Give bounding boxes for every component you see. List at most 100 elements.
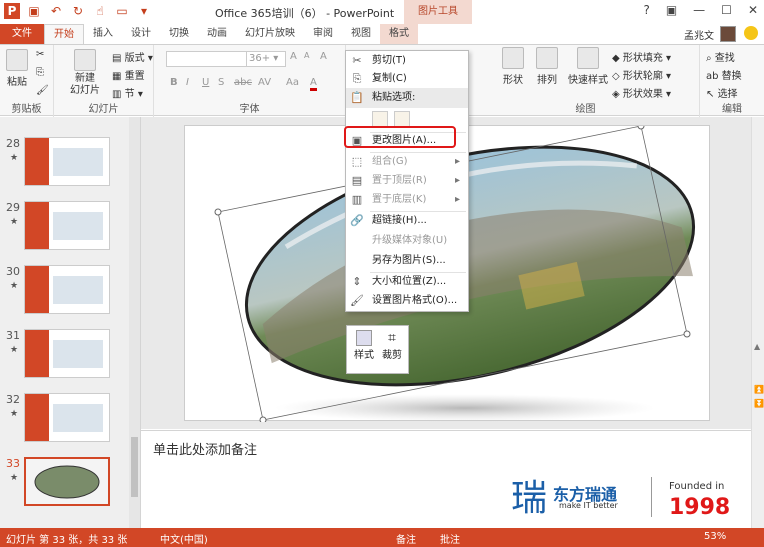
slide-number-32: 32	[6, 393, 20, 406]
powerpoint-icon[interactable]: P	[4, 3, 20, 19]
start-from-beginning-icon[interactable]: ▭	[114, 3, 130, 19]
slide-number-30: 30	[6, 265, 20, 278]
menu-item-size-position[interactable]: ⇕ 大小和位置(Z)...	[346, 272, 468, 292]
redo-icon[interactable]: ↻	[70, 3, 86, 19]
replace-button[interactable]: ab 替换	[706, 67, 742, 82]
mini-toolbar: 样式 ⌗ 裁剪	[346, 325, 409, 374]
undo-icon[interactable]: ↶	[48, 3, 64, 19]
arrange-label: 排列	[537, 75, 557, 86]
reset-button[interactable]: ▦ 重置	[112, 67, 145, 82]
crop-button[interactable]: ⌗ 裁剪	[379, 330, 405, 361]
menu-item-send-back[interactable]: ▥ 置于底层(K) ▸	[346, 190, 468, 210]
cut-icon: ✂	[352, 54, 362, 67]
find-button[interactable]: ⌕ 查找	[706, 49, 735, 64]
section-button[interactable]: ▥ 节 ▾	[112, 85, 143, 100]
menu-save-as-picture-label: 另存为图片(S)...	[372, 255, 446, 266]
crop-label: 裁剪	[382, 350, 402, 361]
slide-thumb-30[interactable]	[24, 265, 110, 314]
minimize-icon[interactable]: —	[693, 3, 705, 17]
shapes-button[interactable]: 形状	[502, 47, 524, 86]
shape-outline-button[interactable]: ◇ 形状轮廓 ▾	[612, 67, 671, 82]
bold-button[interactable]: B	[170, 77, 178, 88]
grow-font-button[interactable]: A	[290, 51, 297, 62]
tab-home[interactable]: 开始	[44, 24, 84, 44]
notes-pane[interactable]: 单击此处添加备注 瑞 东方瑞通 make IT better Founded i…	[141, 430, 751, 528]
paste-option-picture-icon[interactable]	[394, 111, 410, 127]
slide-thumb-28[interactable]	[24, 137, 110, 186]
arrange-button[interactable]: 排列	[536, 47, 558, 86]
thumbnail-scrollbar[interactable]	[129, 117, 140, 528]
change-case-button[interactable]: Aa	[286, 77, 299, 88]
customize-icon[interactable]: ▾	[136, 3, 152, 19]
paste-option-keep-icon[interactable]	[372, 111, 388, 127]
comments-toggle[interactable]: 批注	[440, 531, 460, 546]
menu-item-bring-front[interactable]: ▤ 置于顶层(R) ▸	[346, 171, 468, 191]
ribbon-display-icon[interactable]: ▣	[666, 3, 677, 17]
menu-size-position-label: 大小和位置(Z)...	[372, 276, 447, 287]
slide-thumb-33[interactable]	[24, 457, 110, 506]
notes-placeholder: 单击此处添加备注	[153, 443, 258, 458]
scroll-up-icon[interactable]: ▲	[754, 342, 760, 351]
slide-scrollbar[interactable]: ▲ ⏫ ⏬	[751, 117, 764, 528]
quick-styles-button[interactable]: 快速样式	[568, 47, 608, 86]
shrink-font-button[interactable]: A	[304, 51, 309, 60]
tab-view[interactable]: 视图	[342, 24, 380, 44]
select-button[interactable]: ↖ 选择	[706, 85, 738, 100]
save-icon[interactable]: ▣	[26, 3, 42, 19]
touch-mode-icon[interactable]: ☝	[92, 3, 108, 19]
link-icon: 🔗	[350, 214, 364, 227]
italic-button[interactable]: I	[186, 77, 189, 88]
tab-review[interactable]: 审阅	[304, 24, 342, 44]
paste-button[interactable]: 粘贴	[6, 49, 28, 88]
font-name-select[interactable]	[166, 51, 252, 67]
next-slide-icon[interactable]: ⏬	[754, 399, 764, 408]
layout-button[interactable]: ▤ 版式 ▾	[112, 49, 153, 64]
zoom-level[interactable]: 53%	[704, 531, 726, 542]
prev-slide-icon[interactable]: ⏫	[754, 385, 764, 394]
send-back-icon: ▥	[351, 193, 363, 206]
tab-design[interactable]: 设计	[122, 24, 160, 44]
strikethrough-button[interactable]: abc	[234, 77, 252, 88]
menu-item-save-as-picture[interactable]: 另存为图片(S)...	[346, 251, 468, 271]
font-color-button[interactable]: A	[310, 77, 317, 91]
shape-effects-button[interactable]: ◈ 形状效果 ▾	[612, 85, 671, 100]
slide-thumb-32[interactable]	[24, 393, 110, 442]
spacing-button[interactable]: AV	[258, 77, 271, 88]
slide-thumb-29[interactable]	[24, 201, 110, 250]
shape-outline-label: 形状轮廓	[622, 71, 663, 82]
menu-item-cut[interactable]: ✂ 剪切(T)	[346, 51, 468, 71]
menu-item-hyperlink[interactable]: 🔗 超链接(H)...	[346, 211, 468, 231]
copy-icon[interactable]: ⎘	[36, 67, 44, 78]
menu-item-format-picture[interactable]: 🖌 设置图片格式(O)...	[346, 291, 468, 311]
notes-toggle[interactable]: 备注	[396, 531, 416, 546]
tab-animations[interactable]: 动画	[198, 24, 236, 44]
close-icon[interactable]: ✕	[748, 3, 758, 17]
underline-button[interactable]: U	[202, 77, 209, 88]
help-icon[interactable]: ?	[643, 3, 649, 17]
format-painter-icon[interactable]: 🖌	[36, 85, 49, 96]
shadow-button[interactable]: S	[218, 77, 224, 88]
maximize-icon[interactable]: ☐	[721, 3, 732, 17]
menu-item-upgrade-media[interactable]: 升级媒体对象(U)	[346, 231, 468, 251]
shape-fill-button[interactable]: ◆ 形状填充 ▾	[612, 49, 671, 64]
clear-format-button[interactable]: A	[320, 51, 327, 62]
tab-insert[interactable]: 插入	[84, 24, 122, 44]
tab-file[interactable]: 文件	[0, 24, 44, 44]
menu-item-copy[interactable]: ⎘ 复制(C)	[346, 69, 468, 89]
tab-format[interactable]: 格式	[380, 24, 418, 44]
font-size-select[interactable]: 36+ ▾	[246, 51, 286, 67]
menu-hyperlink-label: 超链接(H)...	[372, 215, 427, 226]
user-account[interactable]: 孟兆文	[684, 26, 736, 42]
slide-thumb-31[interactable]	[24, 329, 110, 378]
menu-item-group[interactable]: ⬚ 组合(G) ▸	[346, 152, 468, 172]
language-status[interactable]: 中文(中国)	[160, 531, 208, 546]
style-button[interactable]: 样式	[351, 330, 377, 361]
tab-transitions[interactable]: 切换	[160, 24, 198, 44]
cut-icon[interactable]: ✂	[36, 49, 44, 60]
tab-slideshow[interactable]: 幻灯片放映	[236, 24, 304, 44]
slide-number-33: 33	[6, 457, 20, 470]
status-bar: 幻灯片 第 33 张，共 33 张 中文(中国) 备注 批注 53%	[0, 528, 764, 547]
new-slide-button[interactable]: 新建 幻灯片	[70, 49, 100, 97]
feedback-smile-icon[interactable]	[744, 26, 758, 40]
shape-fill-label: 形状填充	[622, 53, 663, 64]
